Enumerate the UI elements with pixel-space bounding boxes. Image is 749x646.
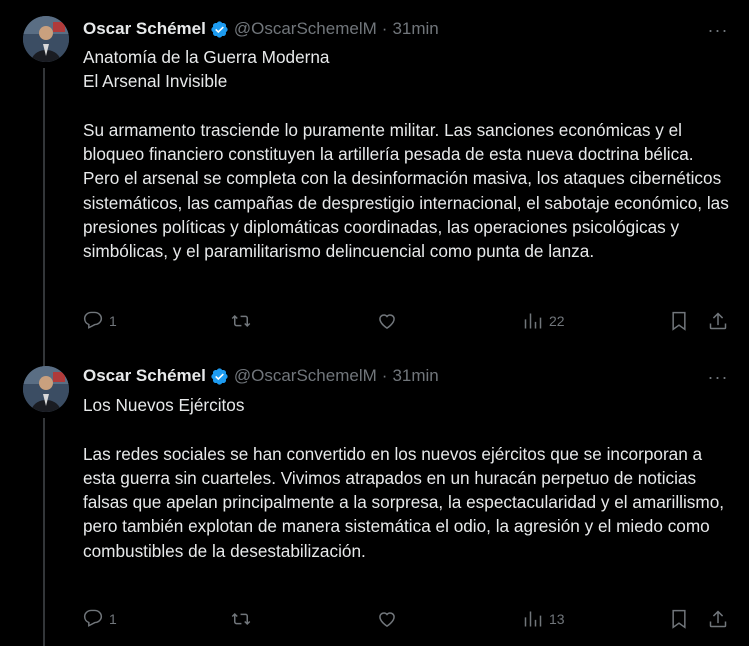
tweet-actions: 1 13 [0, 609, 749, 633]
timestamp[interactable]: 31min [392, 19, 438, 39]
share-icon [709, 610, 727, 628]
tweet-header: Oscar Schémel @OscarSchemelM · 31min [83, 364, 439, 388]
bookmark-button[interactable] [670, 609, 688, 629]
share-icon [709, 312, 727, 330]
author-handle[interactable]: @OscarSchemelM [234, 366, 377, 386]
repost-button[interactable] [230, 609, 258, 629]
author-name[interactable]: Oscar Schémel [83, 19, 206, 39]
views-button[interactable]: 13 [523, 609, 565, 629]
tweet-header: Oscar Schémel @OscarSchemelM · 31min [83, 17, 439, 41]
tweet-1[interactable]: Oscar Schémel @OscarSchemelM · 31min ···… [0, 0, 749, 350]
reply-count: 1 [109, 313, 117, 329]
share-button[interactable] [708, 311, 728, 331]
tweet-text: Anatomía de la Guerra Moderna El Arsenal… [83, 47, 729, 262]
tweet-actions: 1 22 [0, 311, 749, 335]
author-name[interactable]: Oscar Schémel [83, 366, 206, 386]
views-button[interactable]: 22 [523, 311, 565, 331]
verified-badge-icon[interactable] [210, 20, 229, 39]
views-count: 22 [549, 313, 565, 329]
bookmark-button[interactable] [670, 311, 688, 331]
reply-count: 1 [109, 611, 117, 627]
heart-icon [379, 314, 395, 329]
separator: · [381, 366, 388, 385]
reply-icon [83, 609, 103, 627]
author-handle[interactable]: @OscarSchemelM [234, 19, 377, 39]
reply-button[interactable]: 1 [83, 311, 117, 331]
heart-icon [379, 612, 395, 627]
like-button[interactable] [376, 311, 404, 331]
like-button[interactable] [376, 609, 404, 629]
repost-icon [231, 314, 251, 328]
views-chart-icon [524, 611, 542, 627]
avatar[interactable] [23, 366, 69, 412]
repost-icon [231, 612, 251, 626]
views-count: 13 [549, 611, 565, 627]
share-button[interactable] [708, 609, 728, 629]
repost-button[interactable] [230, 311, 258, 331]
reply-button[interactable]: 1 [83, 609, 117, 629]
more-options-icon[interactable]: ··· [705, 20, 731, 40]
avatar[interactable] [23, 16, 69, 62]
bookmark-icon [672, 609, 686, 629]
tweet-2[interactable]: Oscar Schémel @OscarSchemelM · 31min ···… [0, 350, 749, 646]
verified-badge-icon[interactable] [210, 367, 229, 386]
reply-icon [83, 311, 103, 329]
tweet-text: Los Nuevos Ejércitos Las redes sociales … [83, 395, 725, 561]
bookmark-icon [672, 311, 686, 331]
views-chart-icon [524, 313, 542, 329]
more-options-icon[interactable]: ··· [705, 367, 731, 387]
separator: · [381, 19, 388, 38]
timestamp[interactable]: 31min [392, 366, 438, 386]
